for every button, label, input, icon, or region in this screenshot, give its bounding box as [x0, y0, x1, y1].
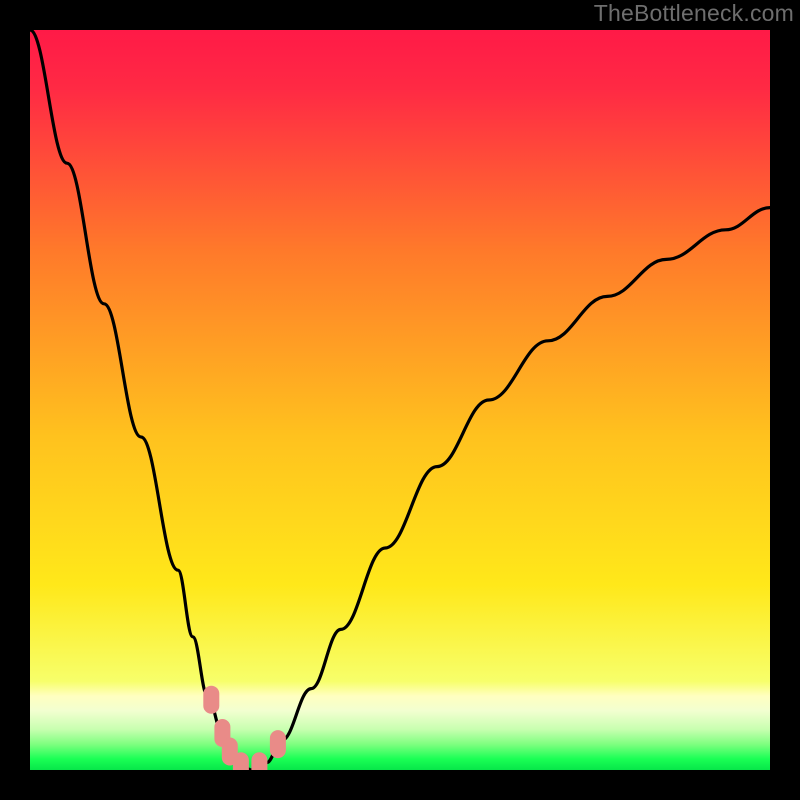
- chart-frame: TheBottleneck.com: [0, 0, 800, 800]
- curve-marker: [203, 686, 219, 714]
- curve-marker: [251, 752, 267, 770]
- watermark-text: TheBottleneck.com: [594, 0, 794, 27]
- curve-marker: [270, 730, 286, 758]
- bottleneck-chart: [30, 30, 770, 770]
- gradient-background: [30, 30, 770, 770]
- curve-marker: [233, 752, 249, 770]
